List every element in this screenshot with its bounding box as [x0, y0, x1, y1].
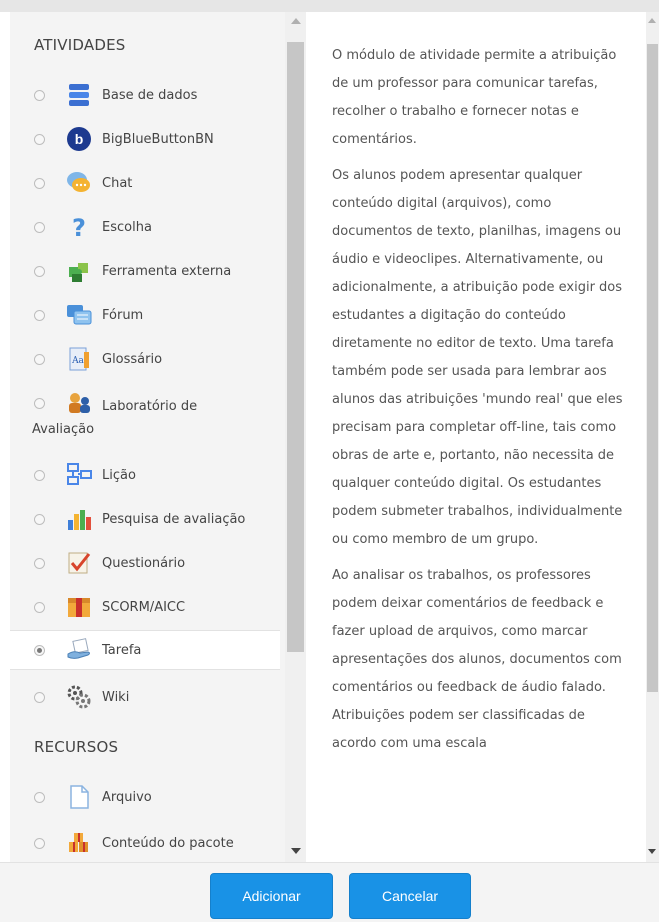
option-chat[interactable]: Chat [10, 164, 280, 202]
scroll-down-arrow-icon[interactable] [648, 849, 656, 854]
option-ferramenta-externa[interactable]: Ferramenta externa [10, 252, 280, 290]
svg-text:b: b [75, 131, 84, 147]
svg-text:Aa: Aa [71, 356, 84, 366]
option-label: Wiki [102, 689, 130, 705]
resources-section-title: RECURSOS [34, 738, 119, 756]
option-escolha[interactable]: ? Escolha [10, 208, 280, 246]
option-label: Ferramenta externa [102, 263, 232, 279]
scrollbar-thumb[interactable] [647, 44, 658, 692]
radio-button[interactable] [34, 791, 45, 803]
scroll-up-arrow-icon[interactable] [291, 18, 301, 24]
workshop-icon [65, 389, 93, 417]
wiki-icon [65, 683, 93, 711]
svg-text:?: ? [72, 214, 86, 240]
option-label: Tarefa [102, 642, 142, 658]
cancel-button[interactable]: Cancelar [349, 873, 471, 919]
help-paragraph: O módulo de atividade permite a atribuiç… [332, 48, 617, 147]
options-scrollbar[interactable] [285, 12, 306, 862]
activities-section-title: ATIVIDADES [34, 36, 126, 54]
option-scorm-aicc[interactable]: SCORM/AICC [10, 588, 280, 626]
option-label: BigBlueButtonBN [102, 131, 214, 147]
bar-chart-icon [65, 505, 93, 533]
add-button[interactable]: Adicionar [210, 873, 333, 919]
help-scrollbar[interactable] [646, 12, 659, 862]
radio-button[interactable] [34, 398, 45, 409]
help-paragraph: Os alunos podem apresentar qualquer cont… [332, 168, 623, 547]
glossary-icon: Aa [65, 345, 93, 373]
radio-button[interactable] [34, 133, 45, 145]
radio-button[interactable] [34, 837, 45, 849]
option-conteudo-do-pacote[interactable]: Conteúdo do pacote [10, 824, 280, 862]
forum-icon [65, 301, 93, 329]
radio-button[interactable] [34, 89, 45, 101]
radio-button[interactable] [34, 601, 45, 613]
content-package-icon [65, 829, 93, 857]
scroll-down-arrow-icon[interactable] [291, 848, 301, 854]
database-icon [65, 81, 93, 109]
scrollbar-thumb[interactable] [287, 42, 304, 652]
bigbluebutton-icon: b [65, 125, 93, 153]
puzzle-piece-icon [65, 257, 93, 285]
option-tarefa[interactable]: Tarefa [10, 630, 280, 670]
radio-button-checked[interactable] [34, 644, 45, 656]
option-laboratorio-de-avaliacao[interactable]: Laboratório de Avaliação [10, 384, 280, 444]
option-label: Conteúdo do pacote [102, 835, 234, 851]
radio-button[interactable] [34, 469, 45, 481]
option-label: SCORM/AICC [102, 599, 186, 615]
option-label: Pesquisa de avaliação [102, 511, 246, 527]
file-icon [65, 783, 93, 811]
option-licao[interactable]: Lição [10, 456, 280, 494]
option-bigbluebuttonbn[interactable]: b BigBlueButtonBN [10, 120, 280, 158]
scroll-up-arrow-icon[interactable] [648, 18, 656, 23]
option-label: Fórum [102, 307, 144, 323]
assignment-hand-icon [65, 636, 93, 664]
option-wiki[interactable]: Wiki [10, 678, 280, 716]
option-label: Base de dados [102, 87, 198, 103]
option-arquivo[interactable]: Arquivo [10, 778, 280, 816]
radio-button[interactable] [34, 513, 45, 525]
help-text: O módulo de atividade permite a atribuiç… [332, 42, 628, 766]
question-mark-icon: ? [65, 213, 93, 241]
activity-chooser-body: ATIVIDADES Base de dados b BigBlueButton… [10, 12, 659, 862]
option-label: Laboratório de [102, 399, 198, 414]
module-help-panel: O módulo de atividade permite a atribuiç… [308, 12, 659, 862]
radio-button[interactable] [34, 353, 45, 365]
option-label: Chat [102, 175, 133, 191]
lesson-icon [65, 461, 93, 489]
option-label: Questionário [102, 555, 186, 571]
radio-button[interactable] [34, 557, 45, 569]
option-label-continued: Avaliação [32, 422, 95, 437]
radio-button[interactable] [34, 221, 45, 233]
radio-button[interactable] [34, 177, 45, 189]
radio-button[interactable] [34, 265, 45, 277]
radio-button[interactable] [34, 691, 45, 703]
option-questionario[interactable]: Questionário [10, 544, 280, 582]
modal-top-edge [0, 0, 659, 12]
option-label: Arquivo [102, 789, 152, 805]
help-paragraph: Ao analisar os trabalhos, os professores… [332, 568, 622, 751]
option-forum[interactable]: Fórum [10, 296, 280, 334]
option-base-de-dados[interactable]: Base de dados [10, 76, 280, 114]
option-label: Escolha [102, 219, 152, 235]
radio-button[interactable] [34, 309, 45, 321]
option-pesquisa-de-avaliacao[interactable]: Pesquisa de avaliação [10, 500, 280, 538]
modal-footer: Adicionar Cancelar [0, 862, 659, 922]
option-label: Glossário [102, 351, 163, 367]
module-options-list: ATIVIDADES Base de dados b BigBlueButton… [10, 12, 306, 862]
scorm-package-icon [65, 593, 93, 621]
option-label: Lição [102, 467, 136, 483]
chat-icon [65, 169, 93, 197]
quiz-checkmark-icon [65, 549, 93, 577]
option-glossario[interactable]: Aa Glossário [10, 340, 280, 378]
